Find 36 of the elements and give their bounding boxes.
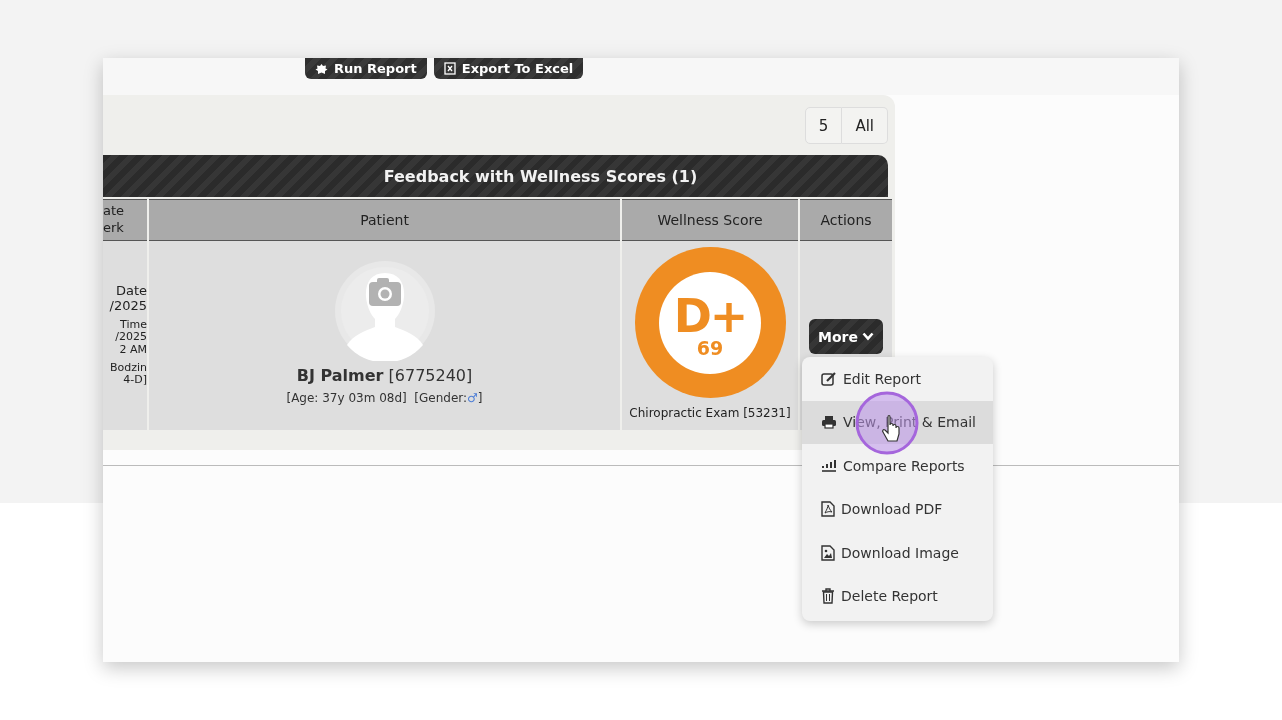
page-size-button[interactable]: 5 — [804, 107, 843, 144]
table-cell-text: /2025 — [115, 331, 147, 345]
pdf-file-icon — [821, 501, 835, 518]
more-button[interactable]: More — [809, 319, 883, 354]
menu-item[interactable]: Compare Reports — [802, 444, 993, 488]
toolbar-button[interactable]: Run Report — [305, 58, 427, 79]
avatar-placeholder-icon — [334, 261, 435, 361]
score-badge: D+ 69 — [634, 247, 786, 398]
edit-icon — [821, 371, 837, 386]
table-cell-text: 2 AM — [119, 344, 147, 357]
menu-item[interactable]: Download PDF — [802, 487, 993, 531]
table-cell-text: Time — [120, 318, 147, 332]
toolbar-button[interactable]: Export To Excel — [433, 58, 584, 79]
page-size-button[interactable]: All — [842, 107, 888, 144]
patient-name: BJ Palmer [6775240] — [296, 366, 473, 385]
column-header: ate erk — [103, 199, 147, 241]
column-header: Actions — [800, 199, 892, 241]
bar-chart-icon — [821, 458, 837, 473]
menu-item[interactable]: Edit Report — [802, 357, 993, 401]
column-header: Wellness Score — [622, 199, 798, 241]
gear-icon — [315, 62, 328, 75]
table-cell-text: Bodzin — [109, 361, 147, 375]
printer-icon — [821, 415, 837, 430]
spreadsheet-icon — [443, 62, 456, 75]
table-cell-text: 4-D] — [123, 374, 147, 388]
table-cell-text: Date — [115, 283, 147, 299]
table-cell-text: /2025 — [109, 298, 147, 314]
menu-item[interactable]: Download Image — [802, 531, 993, 575]
menu-item[interactable]: Delete Report — [802, 574, 993, 618]
panel-title: Feedback with Wellness Scores (1) — [383, 166, 698, 186]
column-header: Patient — [149, 199, 620, 241]
exam-label: Chiropractic Exam [53231] — [629, 406, 791, 420]
image-file-icon — [821, 544, 835, 561]
patient-details: [Age: 37y 03m 08d] [Gender:♂] — [286, 391, 483, 405]
trash-icon — [821, 588, 835, 605]
chevron-down-icon — [861, 332, 874, 341]
